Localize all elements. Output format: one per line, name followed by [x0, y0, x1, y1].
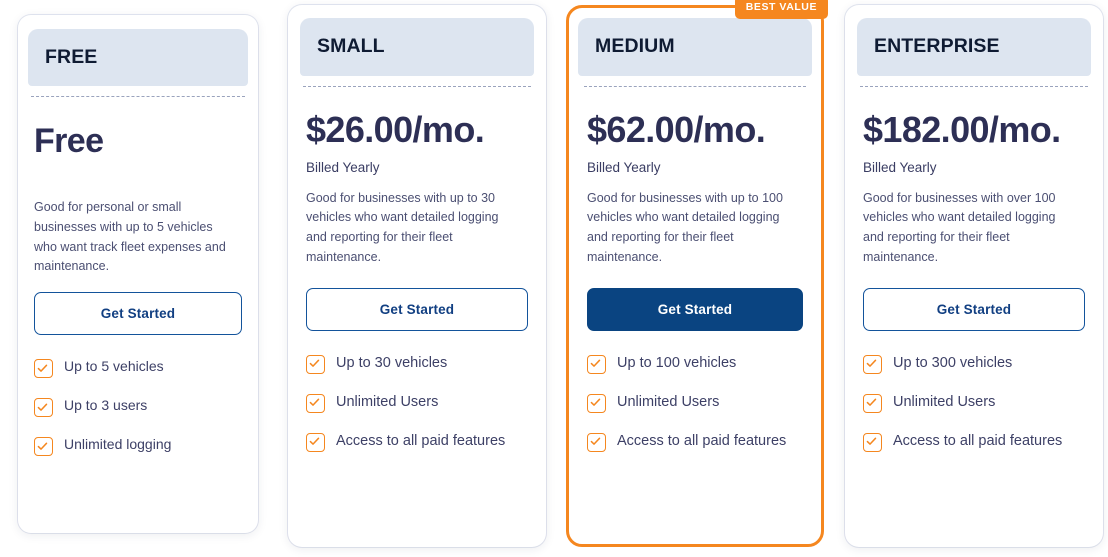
pricing-card-enterprise[interactable]: ENTERPRISE $182.00/mo. Billed Yearly Goo… — [845, 5, 1103, 547]
feature-label: Up to 100 vehicles — [617, 354, 737, 371]
billing-period-enterprise: Billed Yearly — [863, 160, 937, 175]
card-body-enterprise: $182.00/mo. Billed Yearly Good for busin… — [845, 87, 1103, 547]
feature-label: Access to all paid features — [893, 432, 1063, 449]
get-started-button-medium[interactable]: Get Started — [587, 287, 803, 331]
feature-label: Access to all paid features — [617, 432, 787, 449]
card-body-free: Free Good for personal or small business… — [18, 97, 258, 533]
tier-name-enterprise: ENTERPRISE — [874, 35, 1000, 58]
price-enterprise: $182.00/mo. — [863, 109, 1061, 150]
feature-label: Up to 3 users — [64, 397, 148, 413]
pricing-card-small[interactable]: SMALL $26.00/mo. Billed Yearly Good for … — [288, 5, 546, 547]
pricing-plans-grid: FREE Free Good for personal or small bus… — [0, 0, 1108, 557]
best-value-badge: BEST VALUE — [734, 0, 828, 19]
feature-item: Unlimited Users — [587, 392, 803, 413]
feature-item: Access to all paid features — [587, 431, 803, 452]
feature-item: Access to all paid features — [306, 431, 528, 452]
card-spacer — [587, 452, 803, 545]
price-small: $26.00/mo. — [306, 109, 485, 150]
feature-item: Unlimited Users — [306, 392, 528, 413]
billing-period-small: Billed Yearly — [306, 160, 380, 175]
feature-list-enterprise: Up to 300 vehicles Unlimited Users Acces… — [863, 353, 1085, 452]
check-icon — [863, 393, 882, 413]
plan-description-free: Good for personal or small businesses wi… — [34, 200, 226, 274]
card-spacer — [306, 452, 528, 548]
tier-name-small: SMALL — [317, 35, 385, 58]
billing-period-medium: Billed Yearly — [587, 160, 661, 175]
get-started-button-free[interactable]: Get Started — [34, 292, 242, 335]
feature-label: Up to 300 vehicles — [893, 354, 1013, 371]
card-spacer — [34, 456, 242, 533]
check-icon — [587, 432, 606, 452]
feature-item: Unlimited logging — [34, 435, 242, 456]
feature-item: Unlimited Users — [863, 392, 1085, 413]
check-icon — [306, 393, 325, 413]
check-icon — [34, 359, 53, 378]
tier-name-free: FREE — [45, 45, 98, 68]
feature-item: Up to 5 vehicles — [34, 357, 242, 378]
feature-item: Access to all paid features — [863, 431, 1085, 452]
feature-label: Unlimited Users — [617, 393, 720, 410]
pricing-card-free[interactable]: FREE Free Good for personal or small bus… — [18, 15, 258, 533]
price-free: Free — [34, 122, 104, 160]
plan-description-enterprise: Good for businesses with over 100 vehicl… — [863, 190, 1056, 264]
feature-list-small: Up to 30 vehicles Unlimited Users Access… — [306, 353, 528, 452]
feature-label: Up to 30 vehicles — [336, 354, 448, 371]
feature-item: Up to 100 vehicles — [587, 353, 803, 374]
pricing-card-medium[interactable]: MEDIUM BEST VALUE $62.00/mo. Billed Year… — [566, 0, 828, 547]
plan-description-small: Good for businesses with up to 30 vehicl… — [306, 190, 499, 264]
feature-label: Unlimited Users — [893, 393, 996, 410]
card-header-band-medium: MEDIUM BEST VALUE — [578, 0, 828, 76]
check-icon — [863, 432, 882, 452]
check-icon — [587, 393, 606, 413]
get-started-button-enterprise[interactable]: Get Started — [863, 287, 1085, 331]
check-icon — [587, 354, 606, 374]
feature-item: Up to 300 vehicles — [863, 353, 1085, 374]
check-icon — [34, 437, 53, 456]
plan-description-medium: Good for businesses with up to 100 vehic… — [587, 190, 783, 264]
card-header-band-free: FREE — [28, 29, 248, 86]
card-header-band-small: SMALL — [300, 18, 534, 76]
feature-item: Up to 30 vehicles — [306, 353, 528, 374]
price-medium: $62.00/mo. — [587, 109, 766, 150]
check-icon — [863, 354, 882, 374]
feature-label: Unlimited Users — [336, 393, 439, 410]
card-spacer — [863, 452, 1085, 548]
check-icon — [34, 398, 53, 417]
feature-label: Access to all paid features — [336, 432, 506, 449]
tier-name-medium: MEDIUM — [595, 35, 675, 58]
feature-label: Unlimited logging — [64, 436, 172, 452]
feature-list-medium: Up to 100 vehicles Unlimited Users Acces… — [587, 353, 803, 452]
card-header-band-enterprise: ENTERPRISE — [857, 18, 1091, 76]
feature-label: Up to 5 vehicles — [64, 358, 164, 374]
card-body-medium: $62.00/mo. Billed Yearly Good for busine… — [569, 87, 821, 544]
feature-item: Up to 3 users — [34, 396, 242, 417]
card-body-small: $26.00/mo. Billed Yearly Good for busine… — [288, 87, 546, 547]
get-started-button-small[interactable]: Get Started — [306, 287, 528, 331]
feature-list-free: Up to 5 vehicles Up to 3 users Unlimited… — [34, 357, 242, 456]
check-icon — [306, 354, 325, 374]
check-icon — [306, 432, 325, 452]
